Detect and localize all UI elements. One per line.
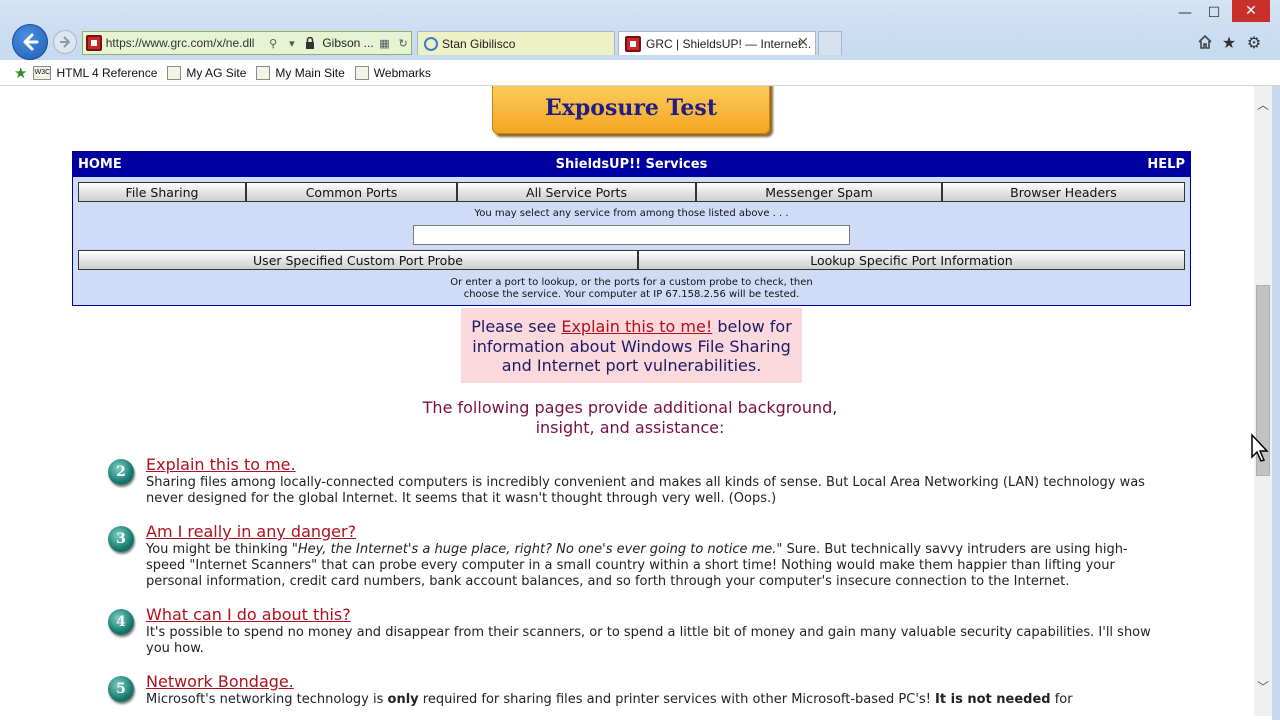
gear-icon[interactable]: ⚙ — [1243, 31, 1265, 53]
forward-button[interactable] — [53, 30, 77, 54]
page-icon — [167, 65, 182, 80]
favorite-webmarks[interactable]: Webmarks — [354, 65, 431, 80]
new-tab-button[interactable] — [818, 31, 842, 55]
address-url[interactable]: https://www.grc.com/x/ne.dll — [106, 36, 263, 50]
favorite-label: My AG Site — [186, 65, 247, 80]
tab-grc-shieldsup[interactable]: GRC | ShieldsUP! — Internet... ✕ — [618, 31, 816, 55]
add-favorites-icon[interactable]: ★ — [14, 64, 27, 82]
browser-headers-button[interactable]: Browser Headers — [942, 182, 1185, 202]
lookup-note-line-2: choose the service. Your computer at IP … — [463, 289, 800, 300]
favorites-bar: ★ W3C HTML 4 Reference My AG Site My Mai… — [0, 60, 1280, 86]
home-link[interactable]: HOME — [78, 157, 122, 172]
favorite-label: My Main Site — [275, 65, 345, 80]
faq-body-part: required for sharing files and printer s… — [418, 692, 936, 707]
tab-stan-gibilisco[interactable]: Stan Gibilisco — [417, 31, 615, 55]
explain-this-to-me-link[interactable]: Explain this to me. — [146, 455, 296, 474]
faq-body-part: for — [1050, 692, 1073, 707]
certificate-label[interactable]: Gibson ... — [322, 36, 373, 50]
scroll-down-icon[interactable]: ﹀ — [1254, 678, 1272, 696]
faq-body-quote: "Hey, the Internet's a huge place, right… — [291, 542, 783, 557]
shieldsup-services-panel: ShieldsUP!! Services HOME HELP File Shar… — [72, 151, 1191, 306]
number-4-icon: 4 — [108, 609, 134, 635]
select-service-note: You may select any service from among th… — [474, 208, 789, 219]
close-window-button[interactable]: ✕ — [1232, 0, 1270, 22]
forward-arrow-icon — [60, 36, 71, 48]
all-service-ports-button[interactable]: All Service Ports — [457, 182, 696, 202]
services-title: ShieldsUP!! Services — [555, 157, 708, 172]
service-buttons-row: File Sharing Common Ports All Service Po… — [78, 182, 1185, 202]
mouse-cursor-icon — [1251, 433, 1269, 462]
title-bar: https://www.grc.com/x/ne.dll ⚲ ▾ Gibson … — [0, 0, 1280, 60]
lookup-port-info-button[interactable]: Lookup Specific Port Information — [638, 250, 1185, 270]
faq-body: You might be thinking "Hey, the Internet… — [146, 542, 1156, 591]
compat-view-icon[interactable]: ▦ — [377, 35, 393, 51]
grc-favicon-icon — [625, 35, 641, 52]
address-bar[interactable]: https://www.grc.com/x/ne.dll ⚲ ▾ Gibson … — [82, 31, 412, 55]
scroll-up-icon[interactable]: ︿ — [1254, 96, 1272, 114]
minimize-button[interactable]: — — [1170, 0, 1200, 26]
lookup-note-line-1: Or enter a port to lookup, or the ports … — [450, 277, 813, 288]
home-icon[interactable] — [1194, 31, 1216, 53]
faq-body-bold: It is not needed — [935, 692, 1051, 707]
common-ports-button[interactable]: Common Ports — [246, 182, 457, 202]
vertical-scrollbar[interactable]: ︿ ﹀ — [1254, 86, 1272, 716]
favorites-star-icon[interactable]: ★ — [1218, 31, 1240, 53]
ie-favicon-icon — [424, 36, 438, 51]
back-arrow-icon — [23, 33, 39, 51]
number-5-icon: 5 — [108, 676, 134, 702]
faq-body-bold: only — [387, 692, 419, 707]
favorite-my-ag-site[interactable]: My AG Site — [167, 65, 247, 80]
faq-body: It's possible to spend no money and disa… — [146, 625, 1151, 657]
explain-callout: Please see Explain this to me! below for… — [461, 308, 802, 383]
tab-label: Stan Gibilisco — [442, 36, 516, 51]
callout-text-pre: Please see — [471, 317, 562, 336]
favorite-html4-reference[interactable]: W3C HTML 4 Reference — [33, 65, 158, 80]
faq-body: Sharing files among locally-connected co… — [146, 475, 1145, 507]
lookup-note: Or enter a port to lookup, or the ports … — [73, 277, 1190, 301]
dropdown-chevron-icon[interactable]: ▾ — [284, 35, 300, 51]
exposure-test-button[interactable]: Exposure Test — [492, 86, 770, 134]
help-link[interactable]: HELP — [1147, 157, 1185, 172]
am-i-in-danger-link[interactable]: Am I really in any danger? — [146, 522, 356, 541]
browser-window: https://www.grc.com/x/ne.dll ⚲ ▾ Gibson … — [0, 0, 1280, 720]
custom-port-probe-button[interactable]: User Specified Custom Port Probe — [78, 250, 638, 270]
favorite-label: Webmarks — [373, 65, 431, 80]
window-frame — [1272, 86, 1280, 720]
number-3-icon: 3 — [108, 526, 134, 552]
favorite-label: HTML 4 Reference — [56, 65, 158, 80]
page-icon — [354, 65, 369, 80]
faq-body-pre: You might be thinking — [146, 542, 292, 557]
number-2-icon: 2 — [108, 459, 134, 485]
probe-buttons-row: User Specified Custom Port Probe Lookup … — [78, 250, 1185, 270]
following-pages-heading: The following pages provide additional b… — [422, 398, 838, 437]
page-content: Exposure Test ShieldsUP!! Services HOME … — [10, 86, 1254, 716]
search-icon[interactable]: ⚲ — [265, 35, 281, 51]
favorite-my-main-site[interactable]: My Main Site — [256, 65, 345, 80]
faq-body-part: Microsoft's networking technology is — [146, 692, 388, 707]
tab-label: GRC | ShieldsUP! — Internet... — [646, 36, 812, 51]
lock-icon[interactable] — [303, 35, 319, 51]
back-button[interactable] — [12, 24, 48, 60]
network-bondage-link[interactable]: Network Bondage. — [146, 672, 294, 691]
w3c-icon: W3C — [33, 65, 52, 80]
page-icon — [256, 65, 271, 80]
maximize-button[interactable]: ☐ — [1200, 0, 1228, 26]
what-can-i-do-link[interactable]: What can I do about this? — [146, 605, 351, 624]
refresh-icon[interactable]: ↻ — [395, 35, 411, 51]
file-sharing-button[interactable]: File Sharing — [78, 182, 246, 202]
services-header: ShieldsUP!! Services HOME HELP — [73, 152, 1190, 177]
faq-body: Microsoft's networking technology is onl… — [146, 692, 1156, 708]
port-input[interactable] — [413, 225, 850, 245]
explain-this-link[interactable]: Explain this to me! — [561, 317, 712, 336]
close-tab-icon[interactable]: ✕ — [797, 34, 809, 51]
site-favicon-icon — [86, 35, 102, 51]
messenger-spam-button[interactable]: Messenger Spam — [696, 182, 942, 202]
